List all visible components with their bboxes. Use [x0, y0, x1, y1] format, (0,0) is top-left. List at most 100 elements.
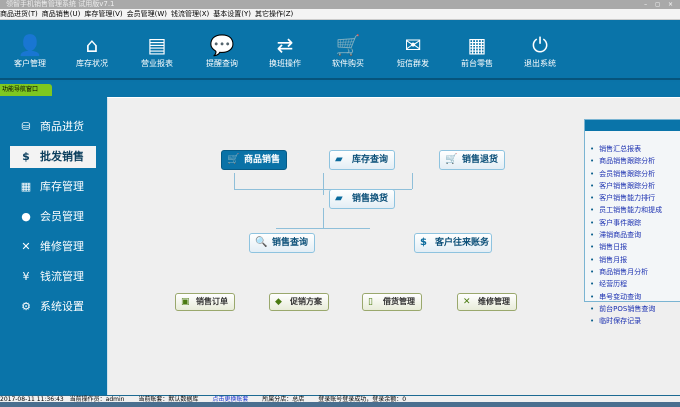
repair-management-button[interactable]: ✕ 维修管理: [457, 293, 517, 311]
search-icon: 🔍: [255, 237, 268, 248]
toolbar-label: 换班操作: [269, 59, 301, 68]
menu-bar: 商品进货(T) 商品销售(U) 库存管理(V) 会员管理(W) 钱流管理(X) 基本设置(…: [0, 9, 680, 20]
envelope-icon: ✉: [404, 33, 422, 57]
cart-icon: 🛒: [227, 154, 240, 165]
window-controls[interactable]: – ◻ ×: [644, 0, 676, 9]
toolbar-button[interactable]: ▤ 营业报表: [127, 32, 187, 69]
sidebar-label: 维修管理: [40, 240, 84, 253]
notepad-icon: ▤: [147, 33, 167, 57]
sidebar-icon: ⚙: [21, 300, 31, 313]
sidebar-label: 钱流管理: [40, 270, 84, 283]
toolbar: 👤 客户管理 ⌂ 库存状况 ▤ 营业报表 💬 提醒查询 ⇄ 换班操作 🛒 软件购买 ✉ 短信群发 ▦ 前台零售…: [0, 20, 680, 80]
toolbar-label: 营业报表: [141, 59, 173, 68]
sidebar-icon: ▦: [20, 180, 32, 193]
sidebar-item[interactable]: ▦ 库存管理: [10, 176, 96, 198]
cart-return-icon: 🛒: [445, 154, 458, 165]
menu-item[interactable]: 商品销售(U): [42, 10, 81, 18]
report-link[interactable]: 商品销售跟踪分析: [590, 155, 662, 167]
toolbar-label: 提醒查询: [206, 59, 238, 68]
sidebar-icon: $: [22, 150, 30, 163]
money-icon: $: [420, 237, 427, 248]
report-link[interactable]: 销售日报: [590, 241, 662, 253]
toolbar-button[interactable]: 🛒 软件购买: [318, 32, 378, 69]
house-icon: ⌂: [85, 33, 99, 57]
sidebar: ⛁ 商品进货 $ 批发销售 ▦ 库存管理 ● 会员管理 ✕ 维修管理 ¥ 钱流管理 ⚙ 系统设置: [0, 96, 106, 395]
report-link[interactable]: 会员销售跟踪分析: [590, 168, 662, 180]
sidebar-item[interactable]: ⛁ 商品进货: [10, 116, 96, 138]
toolbar-label: 短信群发: [397, 59, 429, 68]
sidebar-item[interactable]: ✕ 维修管理: [10, 236, 96, 258]
loan-management-button[interactable]: ▯ 借货管理: [362, 293, 422, 311]
report-link[interactable]: 销售汇总报表: [590, 143, 662, 155]
report-link[interactable]: 前台POS销售查询: [590, 303, 662, 315]
sidebar-label: 库存管理: [40, 180, 84, 193]
nav-window-tab[interactable]: 功能导航窗口: [0, 84, 52, 96]
status-bar: 2017-08-11 11:36:43 当前操作员：admin 当前账套：默认数…: [0, 395, 680, 403]
customer-accounts-button[interactable]: $ 客户往来账务: [414, 233, 493, 253]
power-icon: ⏻: [532, 33, 548, 57]
menu-item[interactable]: 库存管理(V): [84, 10, 122, 18]
reports-list: 销售汇总报表商品销售跟踪分析会员销售跟踪分析客户销售跟踪分析客户销售能力排行员工…: [590, 143, 662, 327]
report-link[interactable]: 串号变动查询: [590, 291, 662, 303]
menu-item[interactable]: 钱流管理(X): [171, 10, 209, 18]
sidebar-icon: ⛁: [21, 120, 31, 133]
user-circle-icon: 👤: [17, 33, 43, 57]
cart-icon: 🛒: [335, 33, 361, 57]
toolbar-button[interactable]: ⏻ 退出系统: [510, 32, 570, 69]
toolbar-divider: [0, 82, 680, 96]
tools-icon: ✕: [463, 297, 471, 307]
tag-icon: ◆: [275, 297, 282, 307]
cash-register-icon: ▦: [467, 33, 487, 57]
menu-item[interactable]: 基本设置(Y): [213, 10, 251, 18]
report-link[interactable]: 客户事件跟踪: [590, 217, 662, 229]
menu-item[interactable]: 会员管理(W): [127, 10, 167, 18]
report-link[interactable]: 员工销售能力和提成: [590, 204, 662, 216]
window-title: 领智手机销售管理系统 试用版v7.1: [6, 0, 115, 8]
report-link[interactable]: 客户销售能力排行: [590, 192, 662, 204]
toolbar-label: 客户管理: [14, 59, 46, 68]
sidebar-icon: ✕: [21, 240, 31, 253]
sidebar-icon: ●: [21, 210, 31, 223]
toolbar-button[interactable]: ▦ 前台零售: [447, 32, 507, 69]
taskbar: [0, 402, 680, 407]
toolbar-label: 软件购买: [332, 59, 364, 68]
sidebar-label: 会员管理: [40, 210, 84, 223]
report-link[interactable]: 商品销售月分析: [590, 266, 662, 278]
sidebar-item[interactable]: ⚙ 系统设置: [10, 296, 96, 318]
sidebar-item[interactable]: $ 批发销售: [10, 146, 96, 168]
sales-return-button[interactable]: 🛒 销售退货: [439, 150, 506, 170]
toolbar-label: 前台零售: [461, 59, 493, 68]
sales-query-button[interactable]: 🔍 销售查询: [249, 233, 316, 253]
sidebar-icon: ¥: [22, 270, 30, 283]
menu-item[interactable]: 商品进货(T): [0, 10, 38, 18]
sales-exchange-button[interactable]: ▰ 销售换货: [329, 189, 396, 209]
document-icon: ▣: [181, 297, 190, 307]
title-bar: 领智手机销售管理系统 试用版v7.1 – ◻ ×: [0, 0, 680, 9]
sidebar-label: 批发销售: [40, 150, 84, 163]
toolbar-label: 库存状况: [76, 59, 108, 68]
chat-user-icon: 💬: [209, 33, 235, 57]
report-link[interactable]: 客户销售跟踪分析: [590, 180, 662, 192]
reports-panel-header: [585, 120, 680, 131]
promotion-button[interactable]: ◆ 促销方案: [269, 293, 329, 311]
menu-item[interactable]: 其它操作(Z): [255, 10, 293, 18]
folder-clock-icon: ▰: [335, 154, 343, 165]
toolbar-label: 退出系统: [524, 59, 556, 68]
sidebar-label: 系统设置: [40, 300, 84, 313]
toolbar-button[interactable]: ✉ 短信群发: [383, 32, 443, 69]
phone-icon: ▯: [368, 297, 373, 307]
sales-order-button[interactable]: ▣ 销售订单: [175, 293, 235, 311]
toolbar-button[interactable]: ⌂ 库存状况: [62, 32, 122, 69]
report-link[interactable]: 销售月报: [590, 254, 662, 266]
sidebar-item[interactable]: ¥ 钱流管理: [10, 266, 96, 288]
toolbar-button[interactable]: ⇄ 换班操作: [255, 32, 315, 69]
report-link[interactable]: 滞销商品查询: [590, 229, 662, 241]
sales-button[interactable]: 🛒 商品销售: [221, 150, 288, 170]
toolbar-button[interactable]: 💬 提醒查询: [192, 32, 252, 69]
sidebar-label: 商品进货: [40, 120, 84, 133]
stock-query-button[interactable]: ▰ 库存查询: [329, 150, 396, 170]
sidebar-item[interactable]: ● 会员管理: [10, 206, 96, 228]
report-link[interactable]: 临时保存记录: [590, 315, 662, 327]
report-link[interactable]: 经营历程: [590, 278, 662, 290]
toolbar-button[interactable]: 👤 客户管理: [0, 32, 60, 69]
